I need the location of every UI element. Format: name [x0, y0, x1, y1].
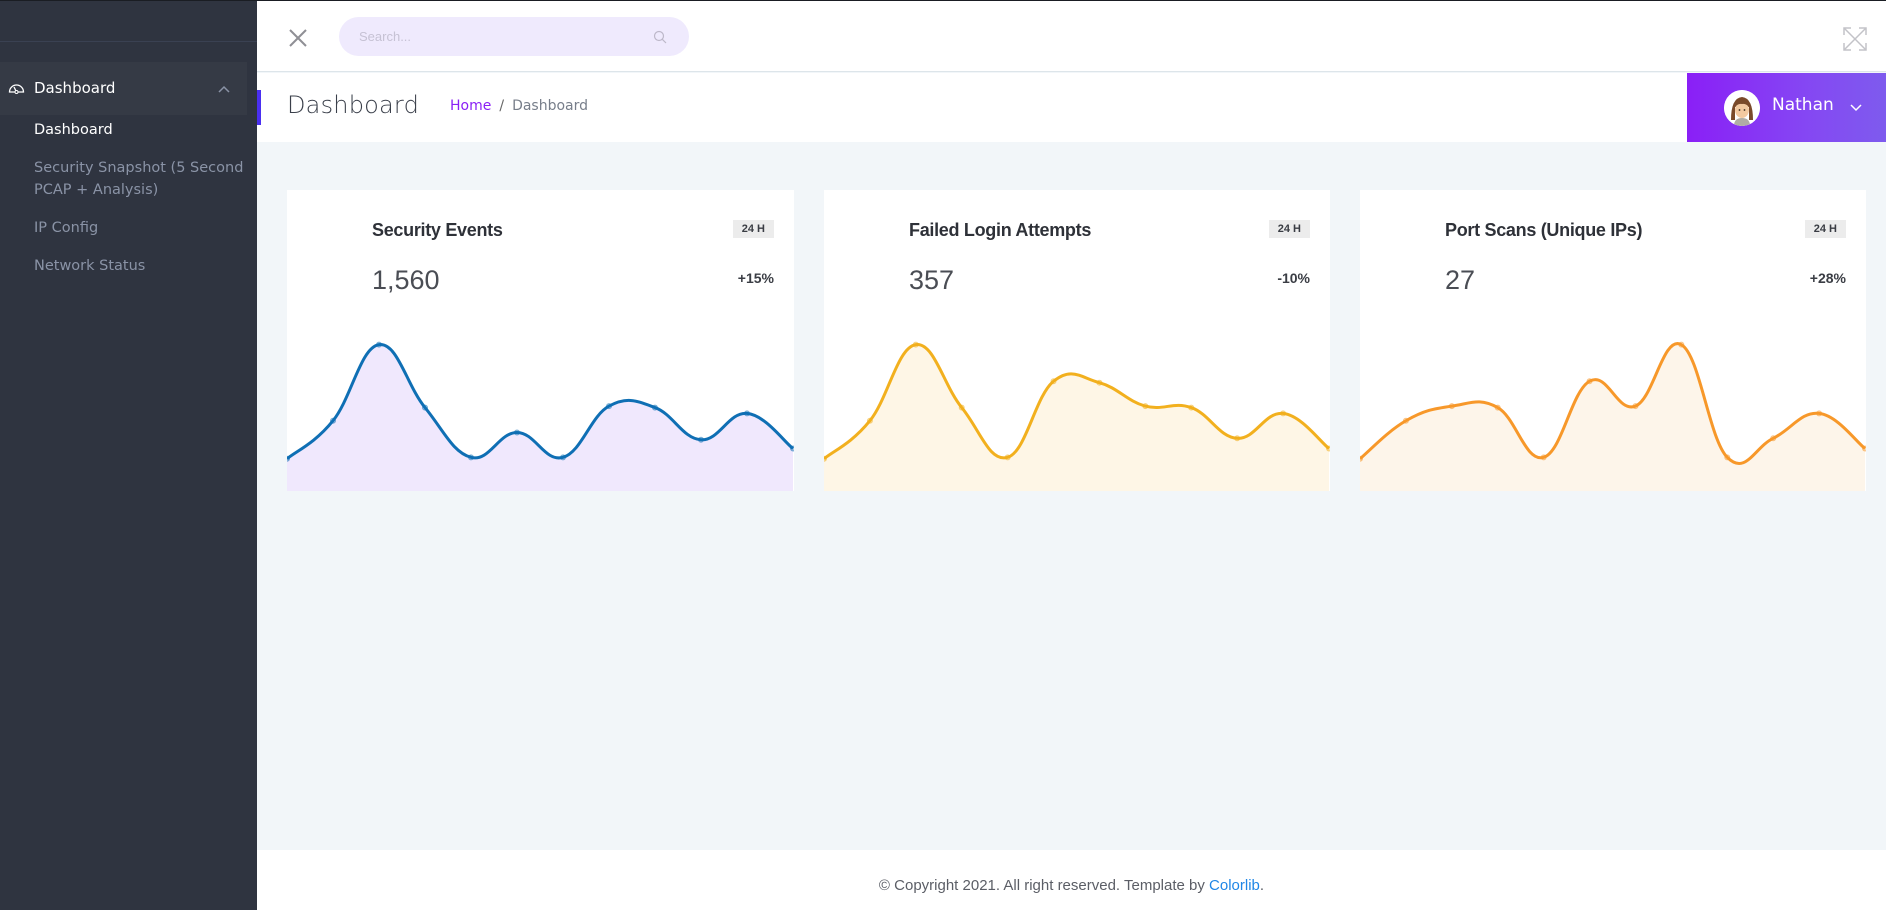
user-profile-dropdown[interactable]: Nathan — [1687, 73, 1886, 142]
sidebar: Dashboard Dashboard Security Snapshot (5… — [0, 1, 257, 910]
user-name: Nathan — [1772, 95, 1834, 115]
chart-data-point[interactable] — [652, 404, 658, 411]
period-badge: 24 H — [1268, 220, 1310, 238]
card-title: Port Scans (Unique IPs) — [1445, 220, 1643, 240]
chart-data-point[interactable] — [1632, 403, 1639, 410]
card-title: Security Events — [372, 220, 503, 240]
chart-data-point[interactable] — [790, 445, 795, 452]
user-avatar-icon — [1724, 90, 1760, 126]
chart-data-point[interactable] — [1142, 403, 1149, 410]
chart-area-fill — [1360, 343, 1865, 491]
breadcrumb-home-link[interactable]: Home — [450, 98, 491, 114]
topbar — [257, 1, 1886, 72]
title-accent-bar — [257, 90, 261, 125]
chart-data-point[interactable] — [1280, 410, 1287, 417]
chart-data-point[interactable] — [824, 455, 827, 462]
period-badge: 24 H — [732, 220, 774, 238]
chart-data-point[interactable] — [958, 404, 965, 411]
chart-data-point[interactable] — [1816, 410, 1823, 417]
close-icon[interactable] — [287, 27, 309, 49]
chart-data-point[interactable] — [514, 429, 520, 436]
chart-data-point[interactable] — [744, 410, 750, 417]
chart-data-point[interactable] — [1678, 341, 1685, 348]
chart-data-point[interactable] — [606, 403, 612, 410]
chart-data-point[interactable] — [1050, 378, 1057, 385]
chart-data-point[interactable] — [1096, 379, 1103, 386]
chart-data-point[interactable] — [287, 455, 290, 462]
sidebar-menu-label: Dashboard — [34, 79, 116, 97]
chart-data-point[interactable] — [1360, 455, 1363, 462]
copyright-suffix: . — [1259, 877, 1265, 894]
search-input[interactable] — [359, 17, 639, 56]
sidebar-menu-dashboard[interactable]: Dashboard — [0, 62, 247, 115]
sidebar-item-dashboard[interactable]: Dashboard — [34, 119, 244, 141]
sparkline-chart — [824, 341, 1331, 491]
chart-data-point[interactable] — [560, 454, 566, 461]
chart-data-point[interactable] — [1326, 445, 1331, 452]
sparkline-chart — [287, 341, 795, 491]
sidebar-item-security-snapshot[interactable]: Security Snapshot (5 Second PCAP + Analy… — [34, 157, 244, 201]
chart-data-point[interactable] — [1540, 454, 1547, 461]
sidebar-divider — [0, 41, 257, 42]
card-change: +28% — [1809, 270, 1846, 286]
chart-data-point[interactable] — [1862, 445, 1867, 452]
chart-data-point[interactable] — [1448, 403, 1455, 410]
sidebar-item-ip-config[interactable]: IP Config — [34, 217, 244, 239]
chart-data-point[interactable] — [1402, 417, 1409, 424]
chart-data-point[interactable] — [422, 404, 428, 411]
stat-card-security-events: Security Events 24 H 1,560 +15% — [287, 190, 794, 491]
copyright-label: © Copyright 2021. All right reserved. Te… — [878, 877, 1210, 894]
chart-area-fill — [287, 344, 793, 491]
card-value: 1,560 — [372, 265, 440, 295]
card-value: 357 — [909, 265, 955, 295]
sidebar-submenu: Dashboard Security Snapshot (5 Second PC… — [34, 119, 244, 293]
chart-data-point[interactable] — [468, 454, 474, 461]
chart-data-point[interactable] — [698, 436, 704, 443]
period-badge: 24 H — [1804, 220, 1846, 238]
chart-data-point[interactable] — [1586, 378, 1593, 385]
search-box — [339, 17, 689, 56]
sparkline-chart — [1360, 341, 1867, 491]
copyright-text: © Copyright 2021. All right reserved. Te… — [257, 877, 1886, 894]
breadcrumb-current: Dashboard — [512, 98, 589, 114]
chart-data-point[interactable] — [1724, 454, 1731, 461]
breadcrumb-separator: / — [499, 98, 505, 114]
chart-data-point[interactable] — [1770, 435, 1777, 442]
fullscreen-icon[interactable] — [1842, 26, 1868, 52]
chart-data-point[interactable] — [330, 417, 336, 424]
avatar — [1724, 90, 1760, 126]
breadcrumb: Home / Dashboard — [450, 98, 588, 114]
page-header: Dashboard Home / Dashboard Nathan — [257, 73, 1886, 142]
card-change: +15% — [737, 270, 774, 286]
chevron-up-icon[interactable] — [218, 84, 230, 94]
sidebar-item-network-status[interactable]: Network Status — [34, 255, 244, 277]
card-change: -10% — [1277, 270, 1310, 286]
chart-data-point[interactable] — [1494, 404, 1501, 411]
chart-data-point[interactable] — [376, 341, 382, 348]
card-value: 27 — [1445, 265, 1476, 295]
card-title: Failed Login Attempts — [909, 220, 1092, 240]
chart-data-point[interactable] — [912, 341, 919, 348]
gauge-icon — [8, 84, 25, 94]
footer: © Copyright 2021. All right reserved. Te… — [257, 850, 1886, 910]
colorlib-link[interactable]: Colorlib — [1209, 877, 1260, 894]
stat-card-port-scans: Port Scans (Unique IPs) 24 H 27 +28% — [1360, 190, 1866, 491]
chevron-down-icon — [1850, 104, 1862, 112]
stat-card-failed-logins: Failed Login Attempts 24 H 357 -10% — [824, 190, 1330, 491]
chart-data-point[interactable] — [1004, 454, 1011, 461]
page-title: Dashboard — [287, 91, 420, 119]
chart-data-point[interactable] — [1234, 435, 1241, 442]
chart-area-fill — [824, 344, 1329, 491]
chart-data-point[interactable] — [866, 417, 873, 424]
search-icon[interactable] — [653, 30, 667, 44]
chart-data-point[interactable] — [1188, 404, 1195, 411]
